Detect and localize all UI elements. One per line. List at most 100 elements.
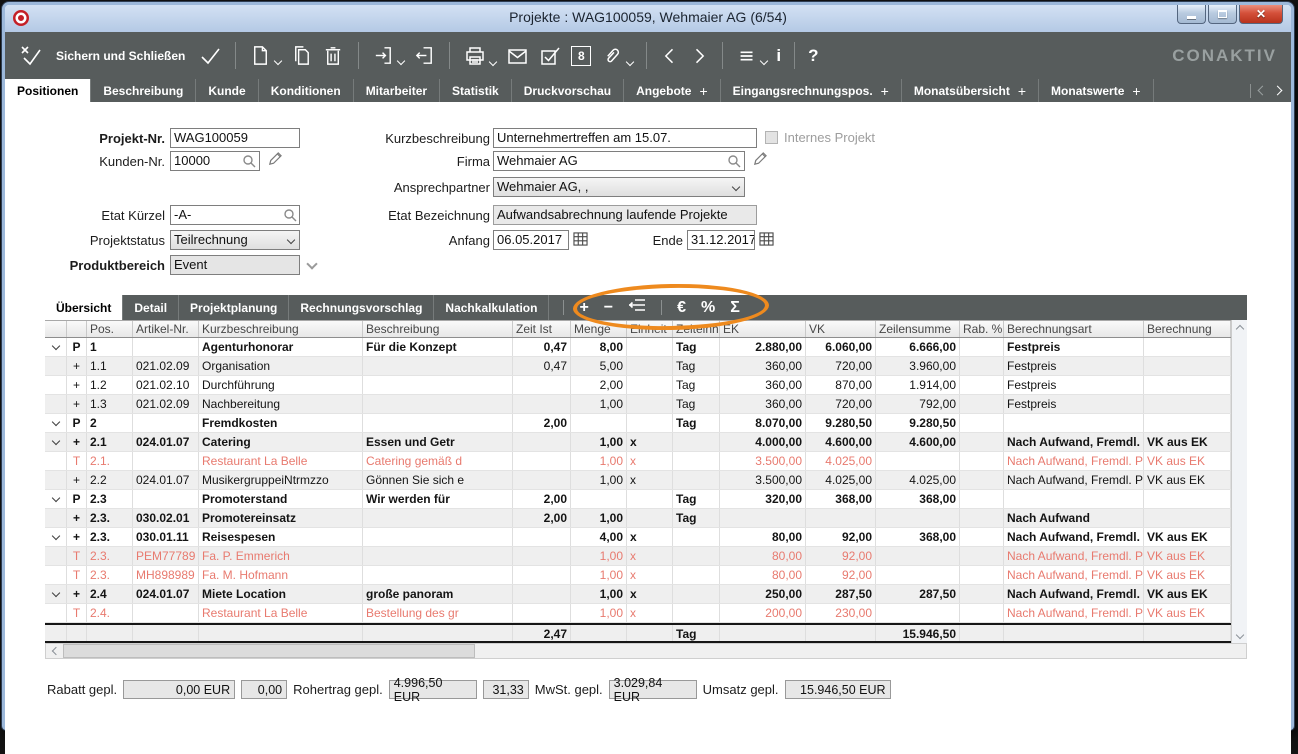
column-header-rab-[interactable]: Rab. %	[960, 321, 1004, 337]
ende-date-input[interactable]: 31.12.2017	[687, 230, 755, 250]
etat-kuerzel-input[interactable]: -A-	[170, 205, 300, 225]
column-header-berechnung[interactable]: Berechnung	[1144, 321, 1231, 337]
column-header-vk[interactable]: VK	[806, 321, 876, 337]
positions-tab-detail[interactable]: Detail	[123, 295, 180, 320]
expand-chevron-icon[interactable]	[51, 588, 60, 598]
sum-icon[interactable]: Σ	[730, 295, 740, 320]
column-header-pos-[interactable]: Pos.	[87, 321, 133, 337]
column-header-beschreibung[interactable]: Beschreibung	[363, 321, 513, 337]
new-record-dropdown-icon[interactable]	[274, 56, 283, 66]
kunden-nr-search-icon[interactable]	[242, 154, 256, 173]
positions-tab-nachkalkulation[interactable]: Nachkalkulation	[434, 295, 550, 320]
euro-icon[interactable]: €	[677, 295, 686, 320]
print-dropdown-icon[interactable]	[489, 57, 498, 66]
tab-druckvorschau[interactable]: Druckvorschau	[512, 79, 625, 102]
tabs-scroll-right-icon[interactable]	[1272, 85, 1283, 96]
table-row[interactable]: T 2.3. PEM77789 Fa. P. Emmerich 1,00 x 80,00 92…	[45, 547, 1231, 566]
paperclip-icon[interactable]	[600, 44, 635, 68]
table-row[interactable]: P 2 Fremdkosten 2,00 Tag 8.070,00 9.280,50 9.28…	[45, 414, 1231, 433]
scroll-up-button[interactable]	[1232, 320, 1247, 335]
column-header-menge[interactable]: Menge	[571, 321, 627, 337]
tab-mitarbeiter[interactable]: Mitarbeiter	[354, 79, 441, 102]
ansprechpartner-select[interactable]: Wehmaier AG, ,	[493, 177, 745, 197]
remove-position-icon[interactable]: −	[604, 295, 613, 320]
scroll-left-button[interactable]	[46, 644, 62, 658]
table-row[interactable]: T 2.4. Restaurant La Belle Bestellung des g…	[45, 604, 1231, 623]
firma-edit-pencil-icon[interactable]	[752, 152, 767, 172]
paperclip-dropdown-icon[interactable]	[626, 57, 635, 66]
positions-tab-projektplanung[interactable]: Projektplanung	[179, 295, 290, 320]
column-header[interactable]	[45, 321, 67, 337]
tab-plus-icon[interactable]: +	[1132, 83, 1140, 99]
table-row[interactable]: +2.3. 030.02.01 Promotereinsatz 2,00 1,00 Tag…	[45, 509, 1231, 528]
column-header-artikel-nr-[interactable]: Artikel-Nr.	[133, 321, 199, 337]
kunden-nr-edit-pencil-icon[interactable]	[267, 152, 282, 172]
expand-chevron-icon[interactable]	[51, 417, 60, 427]
import-dropdown-icon[interactable]	[397, 56, 406, 66]
table-row[interactable]: +1.3 021.02.09 Nachbereitung 1,00 Tag 360,00 7…	[45, 395, 1231, 414]
tab-plus-icon[interactable]: +	[1018, 83, 1026, 99]
next-record-icon[interactable]	[689, 45, 709, 67]
table-row[interactable]: +1.1 021.02.09 Organisation 0,47 5,00 Tag 360,…	[45, 357, 1231, 376]
maximize-button[interactable]	[1208, 5, 1237, 24]
save-and-close-icon[interactable]	[19, 44, 43, 68]
tab-angebote[interactable]: Angebote +	[624, 79, 721, 102]
tab-positionen[interactable]: Positionen	[5, 79, 92, 102]
tab-monatswerte[interactable]: Monatswerte +	[1039, 79, 1154, 102]
vertical-scrollbar[interactable]	[1231, 320, 1247, 643]
duplicate-record-icon[interactable]	[290, 44, 313, 67]
projekt-nr-input[interactable]: WAG100059	[170, 128, 300, 148]
column-header-berechnungsart[interactable]: Berechnungsart	[1004, 321, 1144, 337]
table-row[interactable]: +2.3. 030.01.11 Reisespesen 4,00 x 80,00 92,00…	[45, 528, 1231, 547]
expand-chevron-icon[interactable]	[51, 493, 60, 503]
ende-calendar-icon[interactable]	[759, 232, 774, 251]
record-count-badge[interactable]: 8	[571, 45, 592, 66]
column-header[interactable]	[67, 321, 87, 337]
table-row[interactable]: +2.1 024.01.07 Catering Essen und Getr 1,00 x…	[45, 433, 1231, 452]
horizontal-scrollbar[interactable]	[45, 643, 1247, 659]
tab-konditionen[interactable]: Konditionen	[259, 79, 354, 102]
positions-tab--bersicht[interactable]: Übersicht	[45, 295, 124, 320]
etat-kuerzel-search-icon[interactable]	[283, 208, 297, 227]
task-check-icon[interactable]	[538, 44, 562, 68]
delete-record-icon[interactable]	[322, 44, 345, 67]
table-row[interactable]: T 2.3. MH898989 Fa. M. Hofmann 1,00 x 80,00 92,…	[45, 566, 1231, 585]
info-icon[interactable]: i	[776, 46, 781, 66]
column-header-einheit[interactable]: Einheit	[627, 321, 673, 337]
tab-plus-icon[interactable]: +	[881, 83, 889, 99]
tabs-scroll-left-icon[interactable]	[1257, 85, 1268, 96]
horizontal-scroll-thumb[interactable]	[63, 644, 475, 658]
anfang-calendar-icon[interactable]	[573, 232, 588, 251]
table-row[interactable]: +1.2 021.02.10 Durchführung 2,00 Tag 360,00 87…	[45, 376, 1231, 395]
tab-plus-icon[interactable]: +	[699, 83, 707, 99]
produktbereich-select[interactable]: Event	[170, 255, 300, 275]
add-position-icon[interactable]: +	[579, 295, 588, 320]
mail-icon[interactable]	[505, 44, 529, 68]
anfang-date-input[interactable]: 06.05.2017	[493, 230, 569, 250]
tab-beschreibung[interactable]: Beschreibung	[91, 79, 197, 102]
save-and-close-label[interactable]: Sichern und Schließen	[56, 49, 185, 63]
internes-projekt-checkbox[interactable]	[765, 131, 778, 144]
tab-statistik[interactable]: Statistik	[440, 79, 512, 102]
table-row[interactable]: P 1 Agenturhonorar Für die Konzept 0,47 8,00 T…	[45, 338, 1231, 357]
new-record-icon[interactable]	[249, 44, 283, 67]
minimize-button[interactable]	[1177, 5, 1206, 24]
column-header-kurzbeschreibung[interactable]: Kurzbeschreibung	[199, 321, 363, 337]
positions-tab-rechnungsvorschlag[interactable]: Rechnungsvorschlag	[289, 295, 435, 320]
tab-eingangsrechnungspos-[interactable]: Eingangsrechnungspos. +	[721, 79, 902, 102]
close-button[interactable]: ✕	[1239, 5, 1283, 24]
produktbereich-chevron-down-icon[interactable]	[306, 258, 318, 270]
tab-monats-bersicht[interactable]: Monatsübersicht +	[902, 79, 1040, 102]
help-icon[interactable]: ?	[808, 46, 818, 66]
import-icon[interactable]	[372, 44, 406, 67]
table-row[interactable]: T 2.1. Restaurant La Belle Catering gemäß d…	[45, 452, 1231, 471]
previous-record-icon[interactable]	[660, 45, 680, 67]
column-header-ek[interactable]: EK	[720, 321, 806, 337]
expand-chevron-icon[interactable]	[51, 531, 60, 541]
projektstatus-select[interactable]: Teilrechnung	[170, 230, 300, 250]
column-header-zeilensumme[interactable]: Zeilensumme	[876, 321, 960, 337]
column-header-zeit-ist[interactable]: Zeit Ist	[513, 321, 571, 337]
tab-kunde[interactable]: Kunde	[196, 79, 259, 102]
table-row[interactable]: P 2.3 Promoterstand Wir werden für 2,00 Tag 32…	[45, 490, 1231, 509]
table-row[interactable]: 2,47 Tag 15.946,50	[45, 623, 1231, 643]
